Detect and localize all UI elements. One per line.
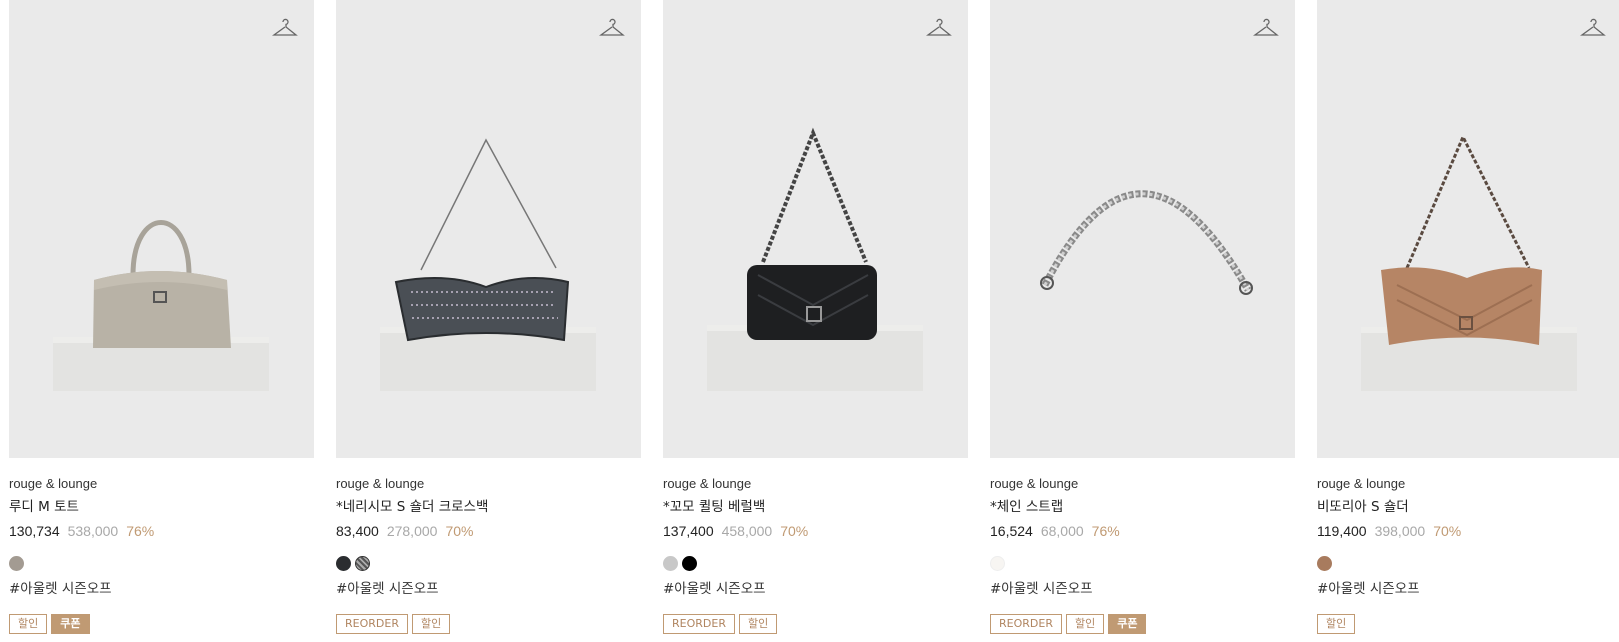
product-image[interactable] [990,0,1295,458]
product-name[interactable]: *꼬모 퀼팅 베럴백 [663,498,968,516]
price-row: 16,524 68,000 76% [990,522,1295,540]
product-grid: rouge & lounge 루디 M 토트 130,734 538,000 76%… [0,0,1619,642]
product-name[interactable]: *체인 스트랩 [990,498,1295,516]
price-row: 137,400 458,000 70% [663,522,968,540]
color-swatch[interactable] [682,556,697,571]
sale-badge: 할인 [738,614,778,634]
badge-row: REORDER 할인 쿠폰 [990,614,1295,634]
color-swatches [1317,556,1619,572]
sale-badge: 할인 [411,614,451,634]
hanger-icon[interactable] [926,16,952,40]
brand-name[interactable]: rouge & lounge [9,476,314,492]
product-card: rouge & lounge *체인 스트랩 16,524 68,000 76% #… [990,0,1295,642]
hashtag[interactable]: #아울렛 시즌오프 [9,580,314,598]
brand-name[interactable]: rouge & lounge [990,476,1295,492]
sale-price: 137,400 [663,523,714,539]
color-swatches [990,556,1295,572]
coupon-badge: 쿠폰 [51,614,90,634]
sale-badge: 할인 [9,614,48,634]
color-swatch[interactable] [1317,556,1332,571]
price-row: 83,400 278,000 70% [336,522,641,540]
reorder-badge: REORDER [663,614,735,634]
hashtag[interactable]: #아울렛 시즌오프 [336,580,641,598]
brand-name[interactable]: rouge & lounge [336,476,641,492]
price-row: 119,400 398,000 70% [1317,522,1619,540]
product-image[interactable] [663,0,968,458]
brand-name[interactable]: rouge & lounge [663,476,968,492]
color-swatch-pattern[interactable] [355,556,370,571]
original-price: 538,000 [67,523,119,539]
badge-row: 할인 [1317,614,1619,634]
sale-price: 16,524 [990,523,1033,539]
sale-price: 119,400 [1317,523,1367,539]
product-image[interactable] [9,0,314,458]
reorder-badge: REORDER [990,614,1062,634]
hashtag[interactable]: #아울렛 시즌오프 [663,580,968,598]
sale-price: 130,734 [9,523,60,539]
original-price: 398,000 [1374,523,1426,539]
hanger-icon[interactable] [599,16,625,40]
product-image[interactable] [336,0,641,458]
brand-name[interactable]: rouge & lounge [1317,476,1619,492]
color-swatch[interactable] [663,556,678,571]
coupon-badge: 쿠폰 [1108,614,1147,634]
color-swatches [336,556,641,572]
shoulder-bag-image [1361,133,1577,391]
original-price: 458,000 [721,523,773,539]
badge-row: 할인 쿠폰 [9,614,314,634]
barrel-bag-image [707,127,923,391]
reorder-badge: REORDER [336,614,408,634]
crossbody-bag-image [380,138,596,391]
badge-row: REORDER 할인 [336,614,641,634]
product-name[interactable]: *네리시모 S 숄더 크로스백 [336,498,641,516]
color-swatch[interactable] [9,556,24,571]
sale-badge: 할인 [1065,614,1105,634]
color-swatches [9,556,314,572]
badge-row: REORDER 할인 [663,614,968,634]
hanger-icon[interactable] [272,16,298,40]
product-card: rouge & lounge 루디 M 토트 130,734 538,000 76%… [9,0,314,642]
discount-rate: 70% [780,523,809,539]
color-swatch[interactable] [336,556,351,571]
hanger-icon[interactable] [1580,16,1606,40]
product-name[interactable]: 비또리아 S 숄더 [1317,498,1619,516]
hashtag[interactable]: #아울렛 시즌오프 [1317,580,1619,598]
product-image[interactable] [1317,0,1619,458]
product-card: rouge & lounge 비또리아 S 숄더 119,400 398,000 7… [1317,0,1619,642]
sale-price: 83,400 [336,523,379,539]
original-price: 278,000 [386,523,438,539]
original-price: 68,000 [1040,523,1084,539]
discount-rate: 76% [126,523,155,539]
color-swatches [663,556,968,572]
product-name[interactable]: 루디 M 토트 [9,498,314,516]
hashtag[interactable]: #아울렛 시즌오프 [990,580,1295,598]
product-card: rouge & lounge *꼬모 퀼팅 베럴백 137,400 458,000… [663,0,968,642]
sale-badge: 할인 [1317,614,1356,634]
discount-rate: 70% [1433,523,1462,539]
price-row: 130,734 538,000 76% [9,522,314,540]
discount-rate: 76% [1091,523,1120,539]
tote-bag-image [53,220,269,391]
discount-rate: 70% [445,523,474,539]
color-swatch[interactable] [990,556,1005,571]
hanger-icon[interactable] [1253,16,1279,40]
product-card: rouge & lounge *네리시모 S 숄더 크로스백 83,400 278… [336,0,641,642]
chain-strap-image [1040,190,1253,295]
